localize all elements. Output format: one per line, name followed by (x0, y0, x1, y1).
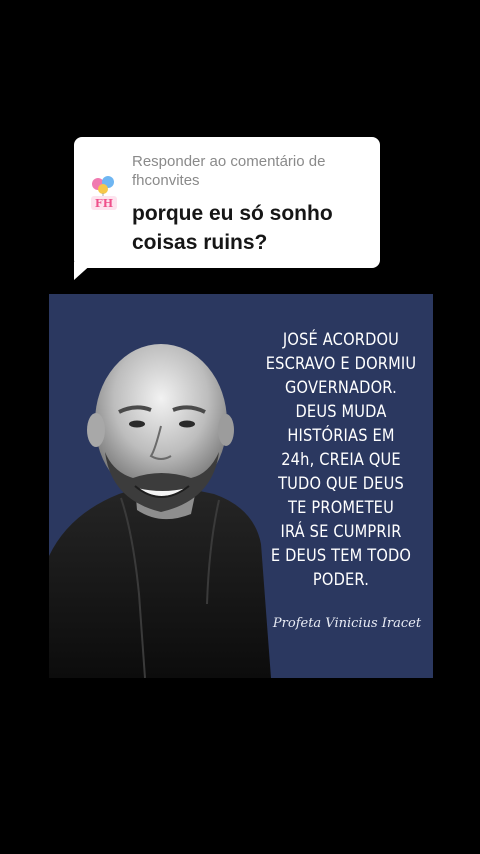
quote-line: DEUS MUDA (295, 402, 387, 422)
quote-text: JOSÉ ACORDOU ESCRAVO E DORMIU GOVERNADOR… (262, 328, 420, 592)
quote-line: E DEUS TEM TODO (270, 546, 412, 566)
quote-image: JOSÉ ACORDOU ESCRAVO E DORMIU GOVERNADOR… (49, 294, 433, 678)
quote-signature: Profeta Vinicius Iracet (272, 616, 422, 631)
quote-line: PODER. (312, 570, 370, 590)
quote-line: HISTÓRIAS EM (287, 426, 395, 446)
reply-bubble-tail (74, 262, 94, 280)
quote-line: TE PROMETEU (288, 498, 394, 518)
quote-line: IRÁ SE CUMPRIR (280, 522, 402, 542)
video-screen[interactable]: Responder ao comentário de fhconvites FH… (0, 0, 480, 854)
quote-line: 24h, CREIA QUE (281, 450, 401, 470)
quote-line: ESCRAVO E DORMIU (265, 354, 417, 374)
reply-comment-sticker[interactable]: Responder ao comentário de fhconvites FH… (74, 137, 380, 268)
quote-line: TUDO QUE DEUS (278, 474, 404, 494)
reply-header: Responder ao comentário de fhconvites (132, 153, 326, 189)
quote-line: JOSÉ ACORDOU (282, 330, 400, 350)
quote-line: GOVERNADOR. (285, 378, 397, 398)
commenter-avatar[interactable]: FH (86, 175, 122, 213)
avatar-logo-text: FH (95, 197, 113, 210)
reply-comment-text: porque eu só sonho coisas ruins? (132, 202, 333, 254)
